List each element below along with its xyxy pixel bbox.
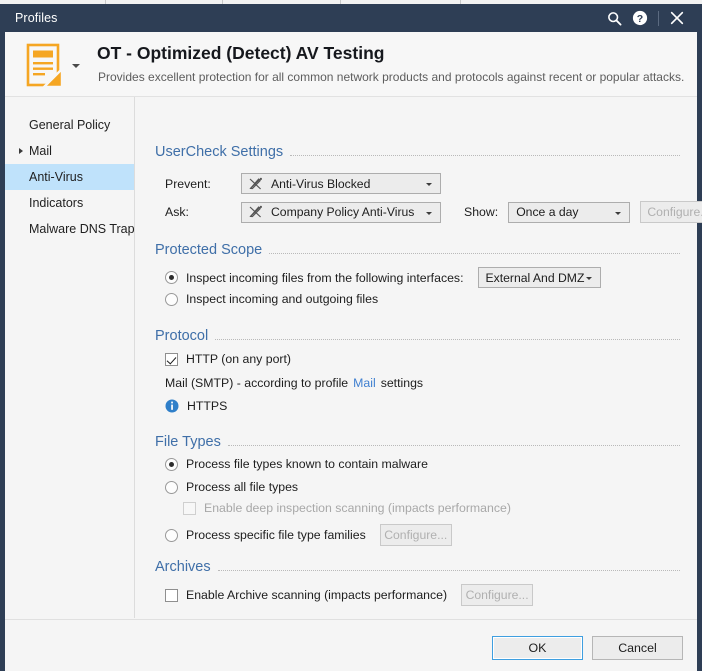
section-rule xyxy=(215,338,680,340)
show-dropdown[interactable]: Once a day xyxy=(508,201,631,223)
section-title: Protocol xyxy=(155,328,209,344)
chevron-down-icon xyxy=(615,211,622,215)
close-icon[interactable] xyxy=(664,4,690,32)
file-types-all-row[interactable]: Process all file types xyxy=(165,480,298,494)
window-title: Profiles xyxy=(15,11,58,25)
smtp-suffix-label: settings xyxy=(380,376,424,390)
titlebar-divider xyxy=(658,10,659,26)
info-icon xyxy=(165,399,179,413)
section-rule xyxy=(227,444,680,446)
sidebar-nav: General Policy Mail Anti-Virus Indicator… xyxy=(5,97,135,618)
file-types-section-header: File Types xyxy=(155,434,680,450)
page-title: OT - Optimized (Detect) AV Testing xyxy=(97,43,385,63)
usercheck-section-header: UserCheck Settings xyxy=(155,144,680,160)
chevron-down-icon xyxy=(585,277,592,280)
section-title: File Types xyxy=(155,434,221,450)
profiles-dialog-window: Profiles ? OT - Optimized (Detect) AV Te… xyxy=(4,4,702,671)
file-types-configure-button[interactable]: Configure... xyxy=(379,524,452,546)
sidebar-item-general-policy[interactable]: General Policy xyxy=(5,112,134,138)
file-types-known-radio[interactable] xyxy=(165,457,178,471)
interfaces-value: External And DMZ xyxy=(485,270,585,285)
section-title: Archives xyxy=(155,559,211,575)
interfaces-dropdown[interactable]: External And DMZ xyxy=(477,267,601,288)
file-types-all-radio[interactable] xyxy=(165,480,178,494)
usercheck-company-policy-icon xyxy=(248,205,264,219)
ask-label: Ask: xyxy=(165,205,189,219)
archives-configure-button[interactable]: Configure... xyxy=(461,584,534,606)
protected-scope-section-header: Protected Scope xyxy=(155,242,680,258)
ask-value: Company Policy Anti-Virus xyxy=(271,205,415,219)
prevent-dropdown[interactable]: Anti-Virus Blocked xyxy=(241,173,441,194)
deep-inspection-checkbox xyxy=(183,501,196,515)
file-types-all-label: Process all file types xyxy=(186,480,299,494)
prevent-value: Anti-Virus Blocked xyxy=(271,176,371,191)
sidebar-item-label: Malware DNS Trap xyxy=(29,222,135,236)
chevron-right-icon xyxy=(19,148,23,154)
dialog-footer: OK Cancel xyxy=(5,619,697,671)
sidebar-item-label: Mail xyxy=(29,144,52,158)
file-types-specific-label: Process specific file type families xyxy=(186,528,366,542)
scope-interfaces-radio[interactable] xyxy=(165,271,178,284)
archive-scanning-checkbox[interactable] xyxy=(165,588,178,602)
file-types-specific-row[interactable]: Process specific file type families Conf… xyxy=(165,524,452,546)
section-title: Protected Scope xyxy=(155,242,263,258)
search-icon[interactable] xyxy=(601,4,627,32)
protocol-https-row: HTTPS xyxy=(165,399,227,413)
file-types-known-row[interactable]: Process file types known to contain malw… xyxy=(165,457,428,471)
section-rule xyxy=(290,154,680,156)
page-subtitle: Provides excellent protection for all co… xyxy=(98,70,685,84)
svg-text:?: ? xyxy=(637,13,643,25)
document-edit-icon xyxy=(24,43,64,89)
archives-section-header: Archives xyxy=(155,559,680,575)
section-rule xyxy=(269,252,680,254)
https-label: HTTPS xyxy=(187,399,228,413)
show-value: Once a day xyxy=(516,205,579,219)
section-title: UserCheck Settings xyxy=(155,144,284,160)
http-checkbox[interactable] xyxy=(165,352,178,366)
help-icon[interactable]: ? xyxy=(627,4,653,32)
chevron-down-icon xyxy=(426,211,432,215)
sidebar-item-malware-dns-trap[interactable]: Malware DNS Trap xyxy=(5,216,135,242)
file-types-specific-radio[interactable] xyxy=(165,528,178,542)
smtp-prefix-label: Mail (SMTP) - according to profile xyxy=(165,376,349,390)
window-titlebar: Profiles ? xyxy=(4,4,698,32)
scope-both-row[interactable]: Inspect incoming and outgoing files xyxy=(165,292,378,306)
protocol-section-header: Protocol xyxy=(155,328,680,344)
ask-dropdown[interactable]: Company Policy Anti-Virus xyxy=(241,201,441,223)
sidebar-item-indicators[interactable]: Indicators xyxy=(5,190,134,216)
section-rule xyxy=(217,569,680,571)
usercheck-configure-button[interactable]: Configure.. xyxy=(640,201,702,223)
settings-content-pane: UserCheck Settings Prevent: Anti-Virus B… xyxy=(136,97,702,618)
show-label: Show: xyxy=(464,205,499,219)
titlebar-button-group: ? xyxy=(601,4,690,32)
deep-inspection-label: Enable deep inspection scanning (impacts… xyxy=(204,501,511,515)
sidebar-item-anti-virus[interactable]: Anti-Virus xyxy=(5,164,134,190)
scope-interfaces-row[interactable]: Inspect incoming files from the followin… xyxy=(165,267,601,288)
archives-enable-row[interactable]: Enable Archive scanning (impacts perform… xyxy=(165,584,534,606)
archive-scanning-label: Enable Archive scanning (impacts perform… xyxy=(186,588,448,602)
prevent-label: Prevent: xyxy=(165,176,211,191)
usercheck-blocked-icon xyxy=(248,177,264,191)
sidebar-item-label: General Policy xyxy=(29,118,111,132)
file-types-known-label: Process file types known to contain malw… xyxy=(186,457,428,471)
ask-row: Ask: Company Policy Anti-Virus Show: Onc… xyxy=(165,201,702,223)
chevron-down-icon xyxy=(426,183,432,186)
profile-header: OT - Optimized (Detect) AV Testing Provi… xyxy=(5,32,697,97)
http-label: HTTP (on any port) xyxy=(186,352,292,366)
prevent-row: Prevent: Anti-Virus Blocked xyxy=(165,173,441,194)
scope-both-radio[interactable] xyxy=(165,292,178,306)
protocol-http-row[interactable]: HTTP (on any port) xyxy=(165,352,291,366)
dialog-body: OT - Optimized (Detect) AV Testing Provi… xyxy=(5,32,702,671)
sidebar-item-mail[interactable]: Mail xyxy=(5,138,134,164)
scope-both-label: Inspect incoming and outgoing files xyxy=(186,292,379,306)
scope-interfaces-label: Inspect incoming files from the followin… xyxy=(186,270,464,285)
protocol-smtp-row: Mail (SMTP) - according to profile Mail … xyxy=(165,376,423,390)
deep-inspection-row: Enable deep inspection scanning (impacts… xyxy=(183,501,511,515)
sidebar-item-label: Indicators xyxy=(29,196,84,210)
mail-profile-link[interactable]: Mail xyxy=(353,376,376,390)
profile-icon-dropdown-caret[interactable] xyxy=(72,64,80,68)
sidebar-item-label: Anti-Virus xyxy=(29,170,83,184)
